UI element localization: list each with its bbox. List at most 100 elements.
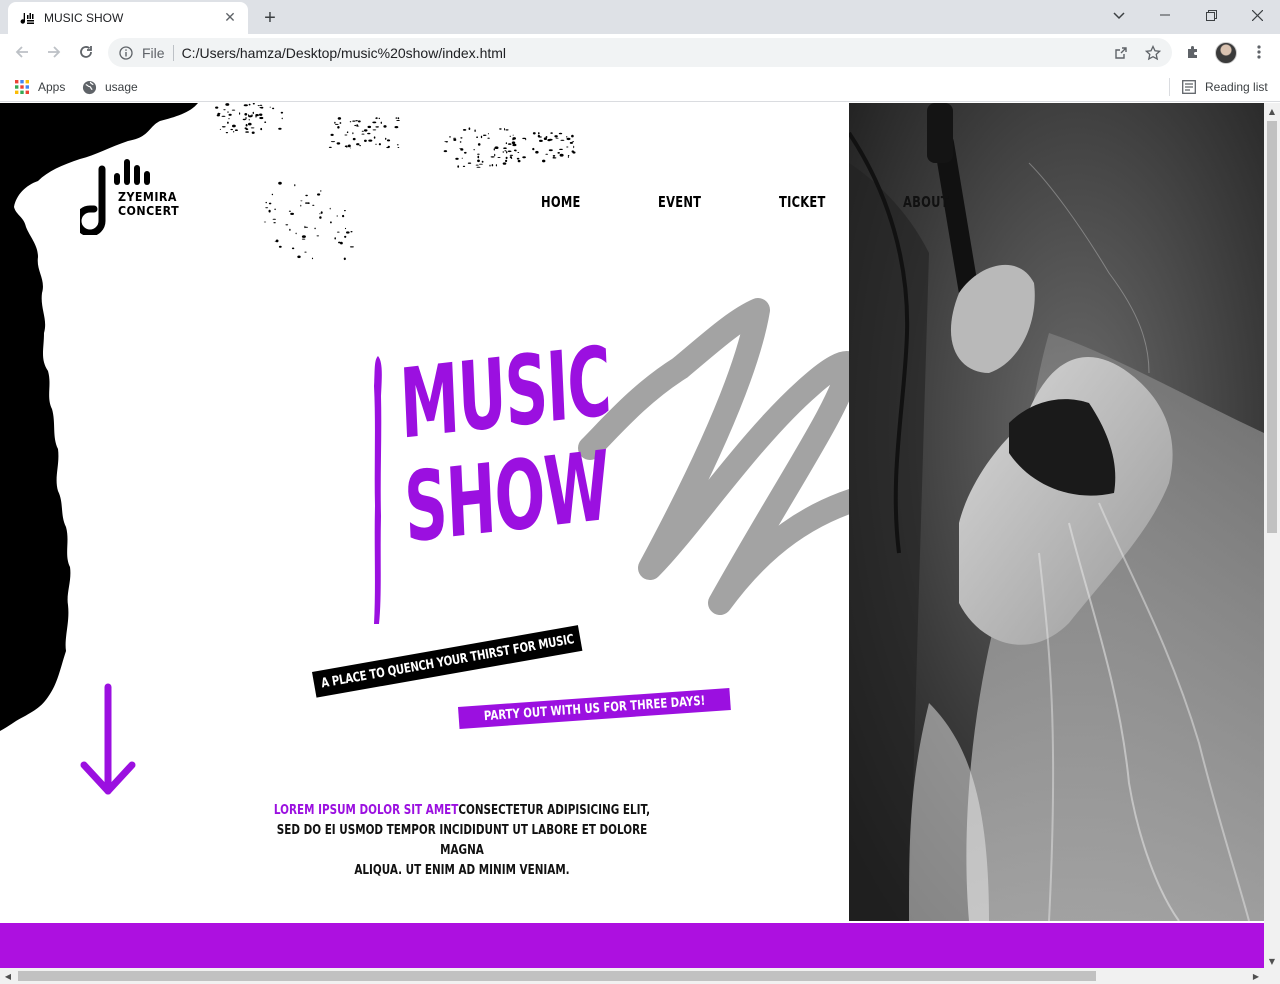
bookmark-star-icon[interactable]: [1144, 44, 1162, 62]
ink-speck: [316, 235, 320, 237]
ink-speck: [367, 125, 372, 129]
minimize-icon[interactable]: [1142, 0, 1188, 30]
ink-speck: [225, 103, 230, 106]
scroll-up-arrow-icon[interactable]: ▲: [1264, 103, 1280, 119]
reading-list-button[interactable]: Reading list: [1181, 76, 1268, 98]
ink-speck: [227, 121, 229, 124]
forward-arrow-icon[interactable]: [40, 38, 68, 66]
ink-speck: [566, 146, 569, 148]
browser-tab[interactable]: MUSIC SHOW ✕: [8, 2, 248, 34]
back-arrow-icon[interactable]: [8, 38, 36, 66]
ink-speck: [350, 231, 353, 233]
ink-speck: [245, 123, 248, 127]
ink-speck: [396, 144, 399, 146]
ink-speck: [457, 165, 460, 168]
ink-speck: [511, 141, 516, 144]
nav-ticket[interactable]: TICKET: [779, 193, 826, 211]
ink-speck: [349, 121, 352, 123]
ink-speck: [385, 137, 387, 140]
ink-speck: [350, 147, 352, 149]
bookmark-usage[interactable]: usage: [81, 76, 138, 98]
ink-speck: [459, 141, 462, 143]
address-bar[interactable]: File C:/Users/hamza/Desktop/music%20show…: [108, 38, 1172, 67]
bookmarks-bar: Apps usage Reading list: [0, 71, 1280, 102]
ink-speck: [317, 193, 321, 196]
horizontal-scrollbar[interactable]: ◀ ▶: [0, 968, 1280, 984]
ink-speck: [462, 129, 467, 131]
ink-speck: [497, 157, 501, 158]
ink-speck: [347, 144, 351, 148]
ink-speck: [346, 132, 348, 133]
ink-speck: [453, 138, 457, 141]
ink-speck: [522, 156, 526, 159]
reload-icon[interactable]: [72, 38, 100, 66]
nav-home[interactable]: HOME: [541, 193, 581, 211]
ink-speck: [480, 135, 483, 139]
ink-speck: [344, 235, 347, 238]
ink-speck: [265, 201, 267, 204]
ink-speck: [460, 148, 464, 151]
ink-speck: [297, 255, 301, 259]
restore-icon[interactable]: [1188, 0, 1234, 30]
bookmarks-divider: [1169, 78, 1170, 96]
vertical-scrollbar[interactable]: ▲ ▼: [1264, 103, 1280, 969]
ink-speck: [234, 129, 238, 131]
ink-speck: [383, 125, 387, 128]
ink-speck: [232, 124, 236, 128]
share-icon[interactable]: [1112, 44, 1130, 62]
ink-speck: [548, 149, 553, 152]
ink-speck: [572, 141, 574, 143]
ink-speck: [373, 136, 376, 139]
ink-speck: [228, 118, 230, 120]
ink-speck: [552, 155, 556, 157]
profile-avatar[interactable]: [1215, 42, 1237, 64]
ink-speck: [494, 146, 499, 149]
ink-speck: [336, 215, 338, 217]
ink-speck: [553, 156, 555, 159]
ink-speck: [378, 117, 380, 120]
vertical-scroll-thumb[interactable]: [1267, 121, 1277, 533]
ink-speck: [340, 241, 343, 245]
ink-speck: [259, 104, 263, 106]
ink-speck: [305, 194, 308, 197]
ink-speck: [364, 139, 367, 142]
ink-speck: [335, 123, 339, 125]
apps-grid-icon: [14, 79, 30, 95]
extensions-puzzle-icon[interactable]: [1181, 40, 1205, 64]
nav-about[interactable]: ABOUT: [903, 193, 949, 211]
scroll-down-arrow-icon[interactable]: [78, 683, 138, 801]
scroll-left-arrow-icon[interactable]: ◀: [0, 968, 16, 984]
ink-speck: [537, 134, 541, 138]
nav-event[interactable]: EVENT: [658, 193, 701, 211]
kebab-menu-icon[interactable]: [1247, 40, 1271, 64]
scroll-right-arrow-icon[interactable]: ▶: [1248, 968, 1264, 984]
bookmark-apps[interactable]: Apps: [14, 76, 65, 98]
ink-speck: [550, 132, 553, 134]
ink-speck: [522, 137, 526, 140]
url-text[interactable]: C:/Users/hamza/Desktop/music%20show/inde…: [182, 45, 506, 61]
horizontal-scroll-thumb[interactable]: [18, 971, 1096, 981]
ink-speck: [490, 156, 495, 158]
scroll-down-arrow-icon[interactable]: ▼: [1264, 953, 1280, 969]
ink-speck: [397, 117, 400, 120]
new-tab-plus-icon[interactable]: +: [258, 6, 282, 30]
info-icon[interactable]: [118, 45, 134, 61]
ink-speck: [319, 216, 322, 219]
ink-speck: [219, 128, 221, 130]
ink-speck: [269, 106, 272, 108]
ink-speck: [352, 132, 354, 135]
close-window-icon[interactable]: [1234, 0, 1280, 30]
tab-search-chevron-icon[interactable]: [1106, 5, 1132, 27]
ink-speck: [259, 107, 263, 109]
close-icon[interactable]: ✕: [220, 8, 240, 28]
ink-speck: [499, 128, 502, 130]
ink-speck: [476, 166, 481, 168]
ink-speck: [248, 103, 251, 106]
ink-speck: [328, 146, 332, 148]
logo-line-2: CONCERT: [118, 204, 180, 218]
ink-speck: [288, 210, 291, 212]
ink-speck: [532, 147, 535, 151]
ink-speck: [264, 121, 267, 123]
ink-speck: [349, 246, 354, 248]
ink-speck: [545, 153, 549, 155]
